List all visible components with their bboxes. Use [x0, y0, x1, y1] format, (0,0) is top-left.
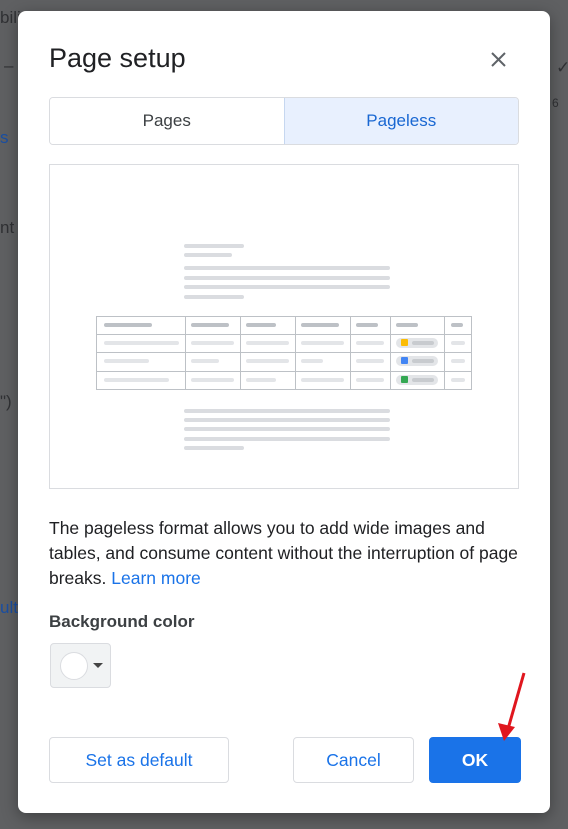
bg-fragment-quote: ") [0, 392, 12, 411]
tab-pages[interactable]: Pages [50, 98, 285, 144]
learn-more-link[interactable]: Learn more [111, 568, 201, 588]
bg-fragment-dash: – [4, 56, 14, 75]
document-preview-graphic [96, 244, 472, 450]
red-arrow-annotation-icon [498, 672, 526, 741]
close-icon [491, 52, 506, 67]
bg-fragment-check: ✓ [556, 58, 568, 77]
dropdown-caret-icon [93, 663, 103, 668]
close-button[interactable] [486, 47, 512, 73]
dialog-title: Page setup [49, 43, 186, 73]
color-swatch [60, 652, 88, 680]
page-setup-dialog: Page setup Pages Pageless The pageless f… [18, 11, 550, 813]
ok-button[interactable]: OK [429, 737, 521, 783]
set-as-default-button[interactable]: Set as default [49, 737, 229, 783]
cancel-button[interactable]: Cancel [293, 737, 414, 783]
bg-fragment-ruler-6: 6 [552, 96, 559, 110]
bg-fragment-s: s [0, 128, 9, 147]
background-color-picker[interactable] [50, 643, 111, 688]
bg-fragment-nt: nt [0, 218, 15, 237]
tab-pageless[interactable]: Pageless [284, 98, 518, 144]
page-format-tabs: Pages Pageless [49, 97, 519, 145]
pageless-description: The pageless format allows you to add wi… [49, 516, 519, 591]
pageless-preview-illustration [49, 164, 519, 489]
bg-fragment-ult: ult [0, 598, 18, 617]
background-color-label: Background color [49, 612, 195, 631]
